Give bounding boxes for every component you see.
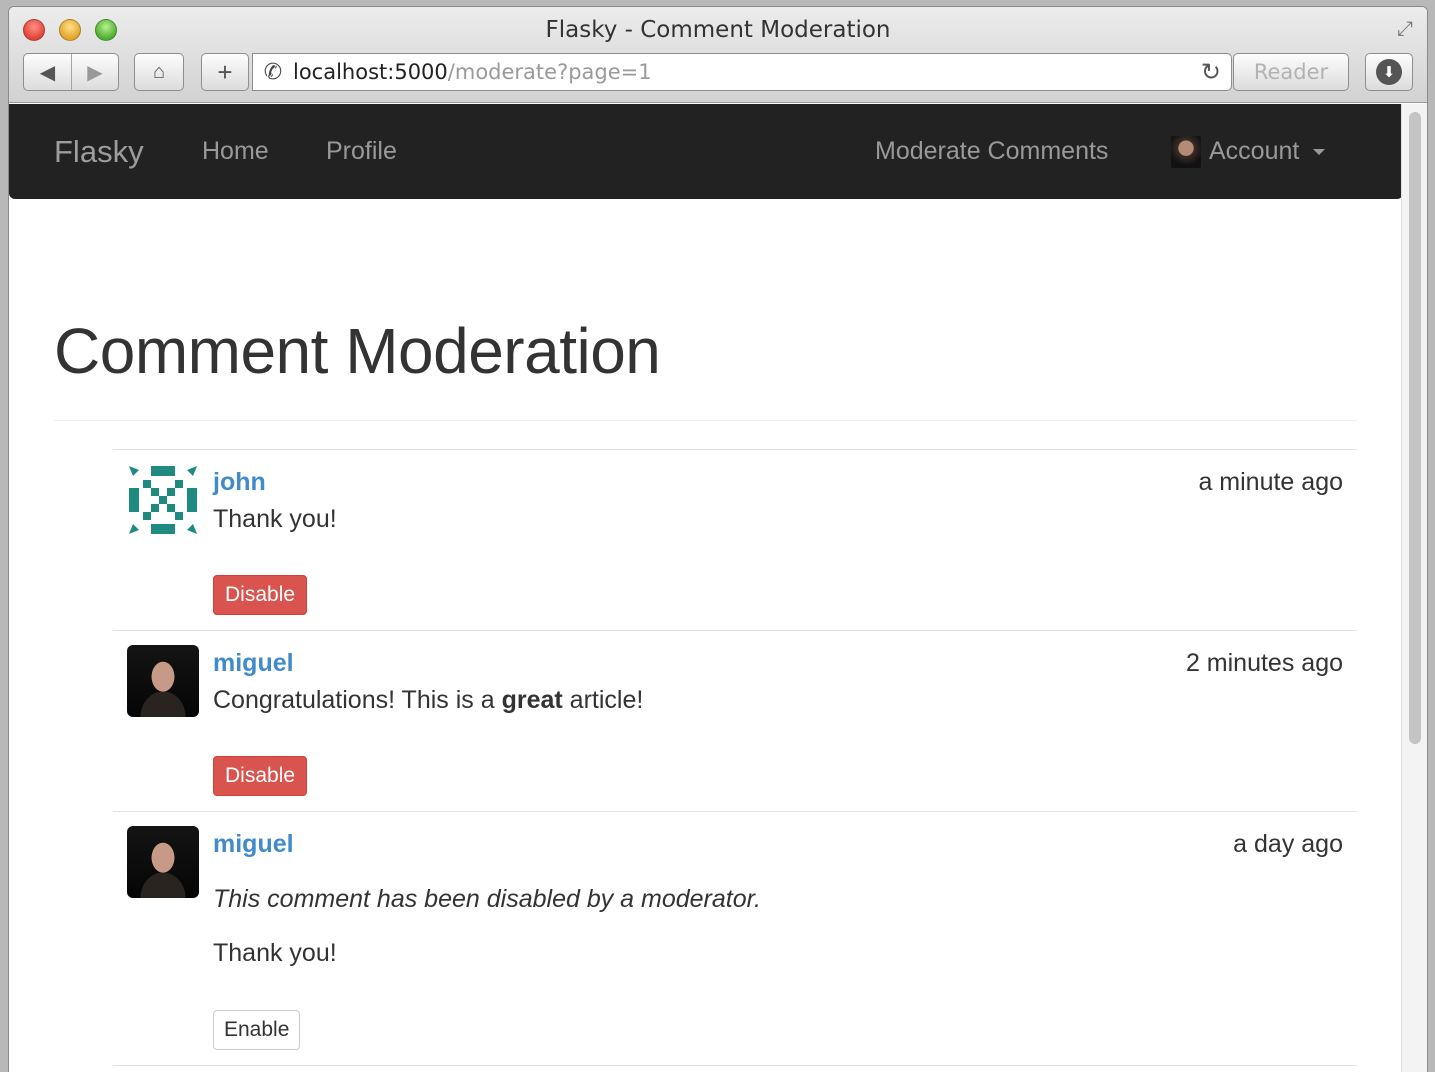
enable-comment-button[interactable]: Enable xyxy=(213,1010,301,1050)
home-icon: ⌂ xyxy=(152,60,166,83)
home-button[interactable]: ⌂ xyxy=(134,53,184,91)
vertical-scrollbar[interactable] xyxy=(1401,104,1427,1072)
comment-author-link[interactable]: miguel xyxy=(213,830,294,859)
url-path: /moderate?page=1 xyxy=(447,60,652,84)
nav-account-dropdown[interactable]: Account xyxy=(1171,104,1326,199)
disable-comment-button[interactable]: Disable xyxy=(213,575,308,615)
comment-body-text: Congratulations! This is a xyxy=(213,686,502,714)
download-icon: ⬇ xyxy=(1376,59,1402,85)
comment-body-bold: great xyxy=(501,686,563,714)
browser-window: Flasky - Comment Moderation ⤢ ◀ ▶ ⌂ + ✆ … xyxy=(8,6,1428,1072)
reader-button[interactable]: Reader xyxy=(1233,53,1349,91)
account-avatar xyxy=(1171,135,1201,168)
plus-icon: + xyxy=(217,56,233,87)
forward-arrow-icon[interactable]: ▶ xyxy=(70,54,118,90)
url-host: localhost:5000 xyxy=(293,60,448,84)
user-photo-avatar[interactable] xyxy=(127,826,199,898)
comment-timestamp: 2 minutes ago xyxy=(1185,649,1343,677)
address-bar[interactable]: ✆ localhost:5000/moderate?page=1 ↻ xyxy=(252,53,1232,91)
disabled-comment-note: This comment has been disabled by a mode… xyxy=(213,885,761,913)
comment-timestamp: a minute ago xyxy=(1198,468,1343,496)
comment-timestamp: a day ago xyxy=(1233,830,1343,858)
disable-comment-button[interactable]: Disable xyxy=(213,756,308,796)
add-bookmark-button[interactable]: + xyxy=(201,53,249,91)
comment-author-link[interactable]: miguel xyxy=(213,649,294,678)
comment-item: john a minute ago Thank you! Disable xyxy=(113,450,1357,631)
reload-icon[interactable]: ↻ xyxy=(1201,58,1221,86)
comment-item: miguel a day ago This comment has been d… xyxy=(113,812,1357,1066)
comment-body-text-end: article! xyxy=(562,686,644,714)
identicon-avatar[interactable] xyxy=(127,464,199,536)
comment-author-link[interactable]: john xyxy=(213,468,266,497)
comment-body: Congratulations! This is a great article… xyxy=(213,686,643,715)
comment-item: miguel 2 minutes ago Congratulations! Th… xyxy=(113,631,1357,812)
top-navbar: Flasky Home Profile Moderate Comments Ac… xyxy=(9,104,1403,199)
account-label: Account xyxy=(1209,137,1300,165)
comment-list: john a minute ago Thank you! Disable mig… xyxy=(113,449,1357,1066)
phone-icon: ✆ xyxy=(263,59,283,85)
user-photo-avatar[interactable] xyxy=(127,645,199,717)
window-title: Flasky - Comment Moderation xyxy=(545,17,891,43)
scrollbar-thumb[interactable] xyxy=(1409,112,1421,744)
comment-body: Thank you! xyxy=(213,505,337,533)
nav-profile-link[interactable]: Profile xyxy=(326,104,397,199)
back-arrow-icon[interactable]: ◀ xyxy=(24,54,71,90)
page-header: Comment Moderation xyxy=(54,314,1357,421)
caret-down-icon xyxy=(1313,148,1326,155)
back-forward-group: ◀ ▶ xyxy=(23,53,119,91)
nav-home-link[interactable]: Home xyxy=(202,104,269,199)
downloads-button[interactable]: ⬇ xyxy=(1365,53,1413,91)
page-title: Comment Moderation xyxy=(54,315,661,387)
page-viewport: Flasky Home Profile Moderate Comments Ac… xyxy=(9,104,1403,1072)
nav-moderate-comments-link[interactable]: Moderate Comments xyxy=(875,104,1108,199)
title-bar: Flasky - Comment Moderation ⤢ ◀ ▶ ⌂ + ✆ … xyxy=(9,7,1427,103)
fullscreen-icon[interactable]: ⤢ xyxy=(1393,17,1417,41)
comment-body: Thank you! xyxy=(213,939,337,967)
navbar-brand[interactable]: Flasky xyxy=(54,104,144,199)
